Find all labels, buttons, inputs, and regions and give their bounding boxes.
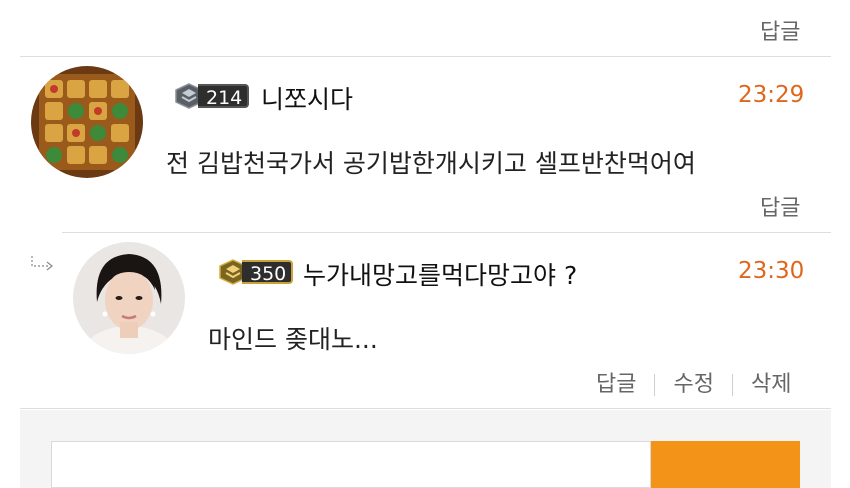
submit-button[interactable]	[651, 441, 800, 488]
delete-link[interactable]: 삭제	[751, 372, 791, 397]
nickname[interactable]: 니쪼시다	[261, 80, 353, 116]
timestamp: 23:30	[738, 258, 805, 284]
reply-link[interactable]: 답글	[760, 14, 800, 46]
comment-input[interactable]	[51, 441, 651, 488]
edit-link[interactable]: 수정	[673, 372, 713, 397]
timestamp: 23:29	[738, 82, 805, 108]
reply-link[interactable]: 답글	[596, 372, 636, 397]
avatar[interactable]	[31, 66, 143, 178]
level-badge: 214	[174, 82, 250, 110]
separator	[731, 374, 733, 396]
reply-indent-arrow-icon	[31, 256, 53, 271]
divider	[62, 232, 831, 233]
level-number: 214	[198, 84, 250, 109]
divider	[20, 56, 831, 57]
comment-text: 마인드 좆대노...	[208, 325, 378, 354]
level-number: 350	[242, 260, 294, 285]
avatar[interactable]	[73, 242, 185, 354]
separator	[654, 374, 656, 396]
reply-link[interactable]: 답글	[760, 190, 800, 222]
comment-text: 전 김밥천국가서 공기밥한개시키고 셀프반찬먹어여	[166, 149, 696, 178]
divider	[20, 408, 831, 409]
comment-actions: 답글 수정 삭제	[596, 366, 791, 398]
nickname[interactable]: 누가내망고를먹다망고야 ?	[303, 256, 577, 292]
level-badge: 350	[218, 258, 294, 286]
